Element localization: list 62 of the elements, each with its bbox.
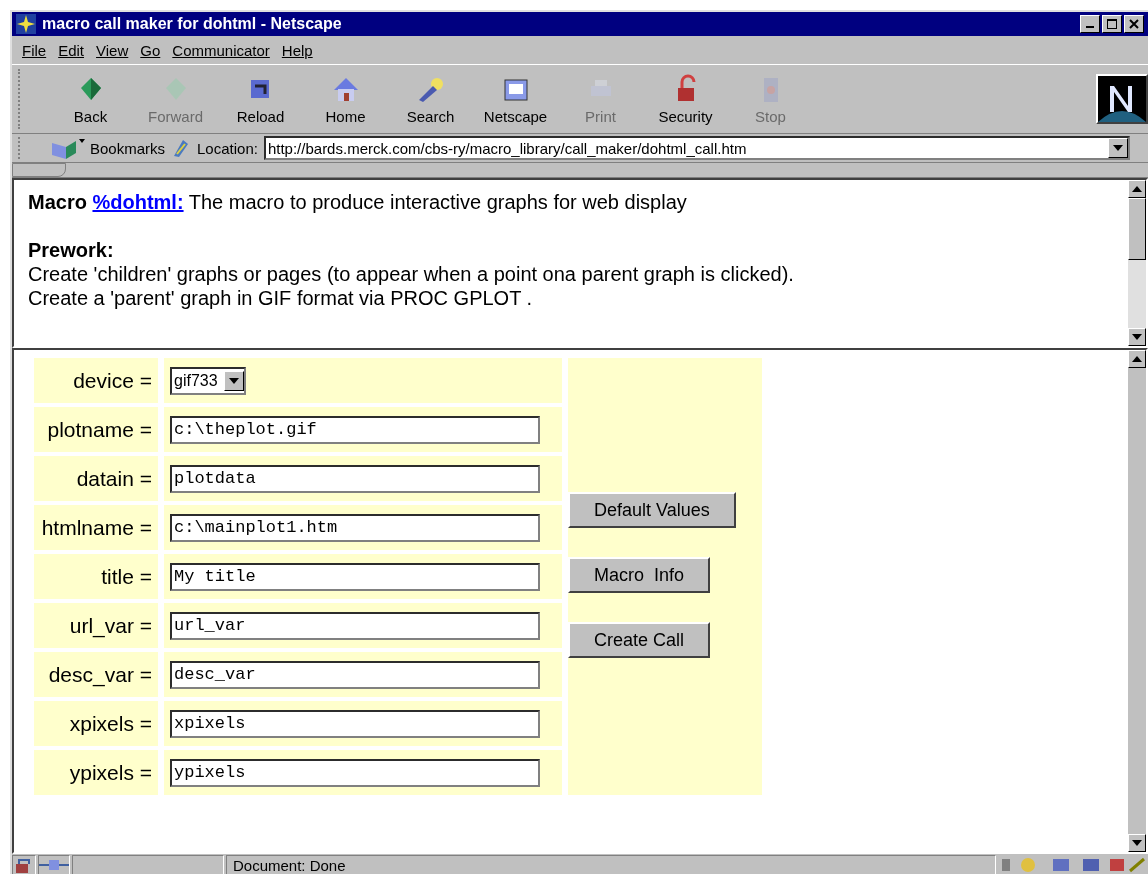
menu-item[interactable]: Go [136,39,165,61]
close-icon [1129,19,1139,29]
macro-heading: Macro %dohtml: The macro to produce interactive graphs for web display [28,190,688,214]
menu-item[interactable]: File [18,39,51,61]
maximize-icon [1107,19,1117,29]
window-title: macro call maker for dohtml - Netscape [42,15,343,33]
book-icon [50,137,86,159]
toolbar-button[interactable]: Search [388,73,473,125]
form-button[interactable]: Default Values [568,492,736,528]
star-icon [16,14,36,34]
caret-icon [228,377,239,384]
input-field[interactable]: c:\theplot.gif [170,415,540,444]
scrollbar[interactable] [1128,180,1146,346]
form-button[interactable]: Create Call [568,622,711,658]
toolbar-button[interactable]: Security [643,73,728,125]
arrow-up-icon [1132,186,1142,192]
field-label: desc_var = [34,652,158,697]
form-button[interactable]: Macro Info [568,557,711,593]
arrow-down-icon [1132,840,1142,846]
arrow-up-icon [1132,356,1142,362]
field-label: plotname = [34,407,158,452]
section-heading: Prework: [28,238,115,262]
input-field[interactable]: ypixels [170,758,540,787]
location-label: Location: [197,139,258,157]
toolbar-button[interactable]: Reload [218,73,303,125]
field-label: url_var = [34,603,158,648]
field-label: datain = [34,456,158,501]
maximize-button[interactable] [1102,15,1122,33]
status-text: Document: Done [226,855,996,874]
arrow-down-icon [1132,334,1142,340]
menu-item[interactable]: Help [277,39,317,61]
field-label: device = [34,358,158,403]
connection-icon [38,855,70,874]
macro-link[interactable]: %dohtml: [92,191,184,213]
scrollbar[interactable] [1128,350,1146,852]
field-label: htmlname = [34,505,158,550]
lock-icon [12,855,36,874]
toolbar-button[interactable]: Netscape [473,73,558,125]
instruction-line: Create 'children' graphs or pages (to appear when a point ona parent graph is clicked). [28,262,795,286]
input-field[interactable]: c:\mainplot1.htm [170,513,540,542]
bookmarks-button[interactable]: Bookmarks [50,137,166,159]
close-button[interactable] [1124,15,1144,33]
menu-item[interactable]: Communicator [168,39,274,61]
url-field[interactable]: http://bards.merck.com/cbs-ry/macro_library/call_maker/dohtml_call.htm [263,136,1130,160]
field-label: ypixels = [34,750,158,795]
caret-icon [1113,145,1123,151]
toolbar-button[interactable]: Home [303,73,388,125]
input-field[interactable]: url_var [170,611,540,640]
minimize-button[interactable] [1080,15,1100,33]
input-field[interactable]: desc_var [170,660,540,689]
input-field[interactable]: xpixels [170,709,540,738]
instruction-line: Create a 'parent' graph in GIF format via PROC GPLOT . [28,286,534,310]
logo-icon [1096,74,1148,124]
field-label: title = [34,554,158,599]
device-select[interactable]: gif733 [170,366,246,395]
input-field[interactable]: plotdata [170,464,540,493]
input-field[interactable]: My title [170,562,540,591]
menu-item[interactable]: View [92,39,133,61]
menu-item[interactable]: Edit [54,39,89,61]
toolbar-button[interactable]: Back [48,73,133,125]
minimize-icon [1086,26,1094,28]
field-label: xpixels = [34,701,158,746]
